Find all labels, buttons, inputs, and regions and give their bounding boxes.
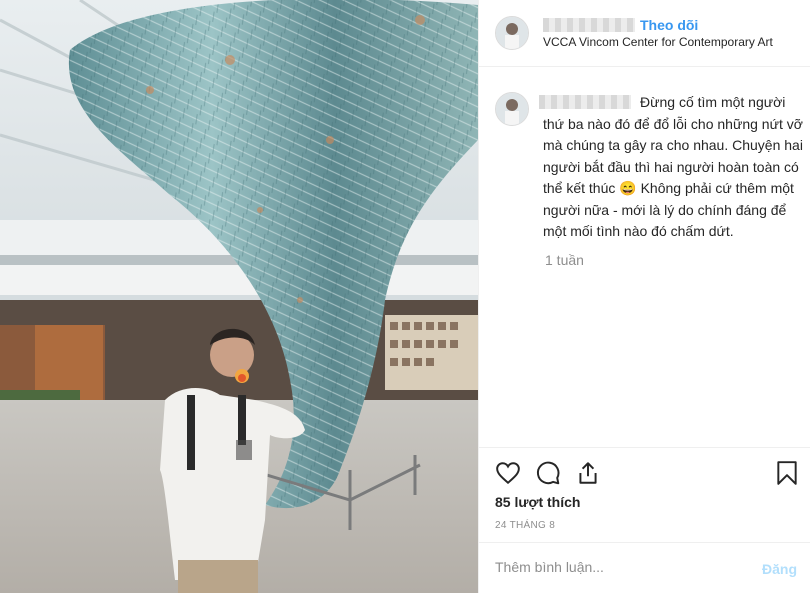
comment-icon[interactable] [535, 460, 561, 491]
heart-icon[interactable] [495, 460, 521, 491]
post-caption: Đừng cố tìm một người thứ ba nào đó để đ… [543, 92, 803, 243]
post-photo[interactable] [0, 0, 478, 593]
author-username-redacted [543, 18, 635, 32]
post-actions: 85 lượt thích 24 THÁNG 8 [479, 447, 810, 548]
post-side-panel: Theo dõi VCCA Vincom Center for Contempo… [478, 0, 810, 593]
location-link[interactable]: VCCA Vincom Center for Contemporary Art [543, 35, 773, 49]
bookmark-icon[interactable] [775, 460, 799, 491]
caption-author-avatar[interactable] [495, 92, 529, 126]
author-avatar[interactable] [495, 16, 529, 50]
likes-count[interactable]: 85 lượt thích [495, 494, 580, 510]
avatar-image [496, 93, 528, 125]
installation-photo-image [0, 0, 478, 593]
caption-time-ago[interactable]: 1 tuần [545, 252, 584, 268]
share-icon[interactable] [575, 460, 601, 491]
caption-text: Đừng cố tìm một người thứ ba nào đó để đ… [543, 94, 803, 239]
post-comment-button[interactable]: Đăng [762, 561, 797, 577]
comment-input[interactable] [495, 559, 745, 575]
comment-bar: Đăng [479, 542, 810, 594]
avatar-image [496, 17, 528, 49]
follow-button[interactable]: Theo dõi [640, 17, 698, 33]
post-date: 24 THÁNG 8 [495, 520, 556, 531]
post-header: Theo dõi VCCA Vincom Center for Contempo… [479, 0, 810, 67]
